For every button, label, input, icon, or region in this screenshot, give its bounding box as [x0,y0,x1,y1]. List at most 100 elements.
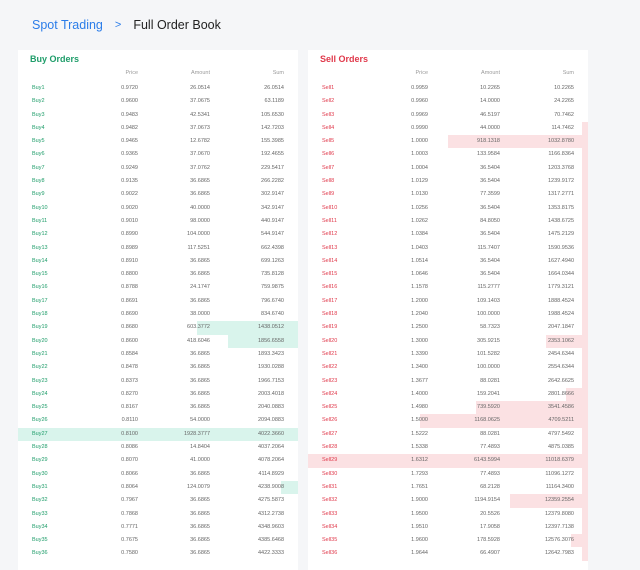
buy-price-cell: 0.8086 [121,444,138,451]
sell-order-row[interactable]: Sell25 1.4980 739.5920 3541.4586 [308,401,588,415]
buy-order-row[interactable]: Buy23 0.8373 36.6865 1966.7153 [18,375,298,388]
sell-label-cell: Sell3 [322,111,335,118]
sell-order-row[interactable]: Sell9 1.0130 77.3599 1317.2771 [308,188,588,202]
buy-order-row[interactable]: Buy29 0.8070 41.0000 4078.2064 [18,454,298,467]
buy-order-row[interactable]: Buy28 0.8086 14.8404 4037.2064 [18,441,298,454]
buy-order-row[interactable]: Buy14 0.8910 36.6865 699.1263 [18,255,298,268]
breadcrumb-spot-trading-link[interactable]: Spot Trading [32,18,103,32]
buy-order-row[interactable]: Buy4 0.9482 37.0673 142.7203 [18,122,298,135]
buy-order-row[interactable]: Buy20 0.8600 418.6046 1856.6558 [18,334,298,348]
sell-order-row[interactable]: Sell28 1.5338 77.4893 4875.0385 [308,441,588,455]
sell-order-row[interactable]: Sell1 0.9959 10.2265 10.2265 [308,82,588,95]
sell-order-row[interactable]: Sell34 1.9510 17.9058 12397.7138 [308,520,588,535]
buy-amount-cell: 603.3772 [187,324,210,331]
sell-sum-cell: 1203.3768 [548,164,574,171]
sell-order-row[interactable]: Sell8 1.0129 36.5404 1239.9172 [308,175,588,189]
sell-order-row[interactable]: Sell31 1.7651 68.2128 11164.3400 [308,480,588,495]
buy-price-cell: 0.7580 [121,550,138,557]
buy-order-row[interactable]: Buy8 0.9135 36.6865 266.2282 [18,175,298,188]
buy-order-row[interactable]: Buy30 0.8066 36.6865 4114.8929 [18,468,298,481]
sell-order-row[interactable]: Sell32 1.9000 1194.9154 12359.2554 [308,494,588,508]
sell-order-row[interactable]: Sell4 0.9990 44.0000 114.7462 [308,121,588,136]
buy-order-row[interactable]: Buy6 0.9365 37.0670 192.4655 [18,148,298,161]
sell-amount-cell: 68.2128 [480,483,500,490]
sell-price-cell: 1.9644 [411,550,428,557]
buy-price-cell: 0.8064 [121,483,138,490]
buy-price-cell: 0.9483 [121,111,138,118]
buy-order-row[interactable]: Buy1 0.9720 26.0514 26.0514 [18,82,298,95]
sell-order-row[interactable]: Sell17 1.2000 109.1403 1888.4524 [308,294,588,309]
sell-label-cell: Sell18 [322,311,338,318]
buy-order-row[interactable]: Buy31 0.8064 124.0079 4238.9008 [18,480,298,495]
sell-order-row[interactable]: Sell10 1.0256 36.5404 1353.8175 [308,201,588,215]
buy-order-row[interactable]: Buy19 0.8680 603.3772 1438.0512 [18,321,298,335]
buy-order-row[interactable]: Buy5 0.9465 12.6782 155.3985 [18,135,298,148]
sell-order-row[interactable]: Sell23 1.3677 88.0281 2642.6625 [308,374,588,388]
sell-label-cell: Sell33 [322,510,338,517]
buy-order-row[interactable]: Buy24 0.8270 36.6865 2003.4018 [18,388,298,401]
buy-order-row[interactable]: Buy22 0.8478 36.6865 1930.0288 [18,361,298,374]
sell-order-row[interactable]: Sell21 1.3390 101.5282 2454.6344 [308,347,588,362]
buy-sum-cell: 4275.5873 [258,497,284,504]
sell-order-row[interactable]: Sell18 1.2040 100.0000 1988.4524 [308,308,588,322]
buy-label-cell: Buy9 [32,191,45,198]
buy-orders-panel: Buy Orders Price Amount Sum Buy1 0.9720 26… [18,50,298,570]
buy-order-row[interactable]: Buy11 0.9010 98.0000 440.9147 [18,215,298,228]
sell-order-row[interactable]: Sell14 1.0514 36.5404 1627.4940 [308,254,588,269]
sell-sum-header: Sum [562,70,574,76]
buy-order-row[interactable]: Buy36 0.7580 36.6865 4422.3333 [18,547,298,560]
buy-order-row[interactable]: Buy2 0.9600 37.0675 63.1189 [18,95,298,108]
sell-order-row[interactable]: Sell29 1.6312 6143.5994 11018.6379 [308,454,588,468]
sell-order-row[interactable]: Sell16 1.1578 115.2777 1779.3121 [308,281,588,295]
sell-order-row[interactable]: Sell19 1.2500 58.7323 2047.1847 [308,321,588,335]
buy-order-row[interactable]: Buy35 0.7675 36.6865 4385.6468 [18,534,298,547]
sell-order-row[interactable]: Sell13 1.0403 115.7407 1590.9536 [308,241,588,255]
sell-order-row[interactable]: Sell11 1.0262 84.8050 1438.6725 [308,214,588,229]
sell-order-row[interactable]: Sell3 0.9969 46.5197 70.7462 [308,109,588,122]
buy-order-row[interactable]: Buy21 0.8584 36.6865 1893.3423 [18,348,298,361]
sell-order-row[interactable]: Sell27 1.5222 88.0281 4797.5492 [308,427,588,442]
buy-order-row[interactable]: Buy15 0.8800 36.6865 735.8128 [18,268,298,281]
sell-order-row[interactable]: Sell6 1.0003 133.9584 1166.8364 [308,148,588,162]
sell-order-row[interactable]: Sell35 1.9600 178.5928 12576.3076 [308,534,588,548]
sell-amount-cell: 36.5404 [480,178,500,185]
sell-order-row[interactable]: Sell24 1.4000 159.2041 2801.8666 [308,387,588,402]
sell-order-row[interactable]: Sell30 1.7293 77.4893 11096.1272 [308,467,588,481]
sell-order-row[interactable]: Sell20 1.3000 305.9215 2353.1062 [308,334,588,348]
buy-order-row[interactable]: Buy17 0.8691 36.6865 796.6740 [18,295,298,308]
buy-order-row[interactable]: Buy7 0.9249 37.0762 229.5417 [18,162,298,175]
sell-amount-cell: 178.5928 [477,537,500,544]
sell-order-row[interactable]: Sell15 1.0646 36.5404 1664.0344 [308,268,588,282]
buy-order-row[interactable]: Buy33 0.7868 36.6865 4312.2738 [18,508,298,521]
buy-sum-cell: 4348.9603 [258,523,284,530]
buy-label-cell: Buy4 [32,124,45,131]
buy-label-cell: Buy3 [32,111,45,118]
buy-order-row[interactable]: Buy10 0.9020 40.0000 342.9147 [18,202,298,215]
buy-order-row[interactable]: Buy27 0.8100 1928.3777 4022.3660 [18,427,298,442]
sell-order-row[interactable]: Sell7 1.0004 36.5404 1203.3768 [308,161,588,176]
buy-price-cell: 0.8680 [121,324,138,331]
buy-order-row[interactable]: Buy16 0.8788 24.1747 759.9875 [18,281,298,294]
buy-amount-cell: 42.5341 [190,111,210,118]
sell-price-cell: 0.9969 [411,111,428,118]
sell-order-row[interactable]: Sell22 1.3400 100.0000 2554.6344 [308,361,588,375]
buy-order-row[interactable]: Buy12 0.8990 104.0000 544.9147 [18,228,298,241]
buy-order-row[interactable]: Buy32 0.7967 36.6865 4275.5873 [18,494,298,507]
buy-order-row[interactable]: Buy13 0.8989 117.5251 662.4398 [18,242,298,255]
sell-amount-cell: 6143.5994 [474,457,500,464]
buy-order-row[interactable]: Buy25 0.8167 36.6865 2040.0883 [18,401,298,414]
sell-order-row[interactable]: Sell26 1.5000 1168.0625 4709.5211 [308,414,588,428]
buy-sum-cell: 4078.2064 [258,457,284,464]
sell-order-row[interactable]: Sell33 1.9500 20.5526 12379.8080 [308,507,588,521]
sell-price-cell: 1.9000 [411,497,428,504]
sell-order-row[interactable]: Sell5 1.0000 918.1318 1032.8780 [308,135,588,149]
sell-depth-bar [582,321,588,335]
buy-order-row[interactable]: Buy26 0.8110 54.0000 2094.0883 [18,414,298,427]
sell-order-row[interactable]: Sell2 0.9960 14.0000 24.2265 [308,95,588,108]
sell-order-row[interactable]: Sell36 1.9644 66.4907 12642.7983 [308,547,588,561]
buy-order-row[interactable]: Buy9 0.9022 36.6865 302.9147 [18,188,298,201]
buy-order-row[interactable]: Buy18 0.8690 38.0000 834.6740 [18,308,298,321]
buy-order-row[interactable]: Buy3 0.9483 42.5341 105.6530 [18,109,298,122]
buy-order-row[interactable]: Buy34 0.7771 36.6865 4348.9603 [18,521,298,534]
sell-order-row[interactable]: Sell12 1.0384 36.5404 1475.2129 [308,228,588,242]
